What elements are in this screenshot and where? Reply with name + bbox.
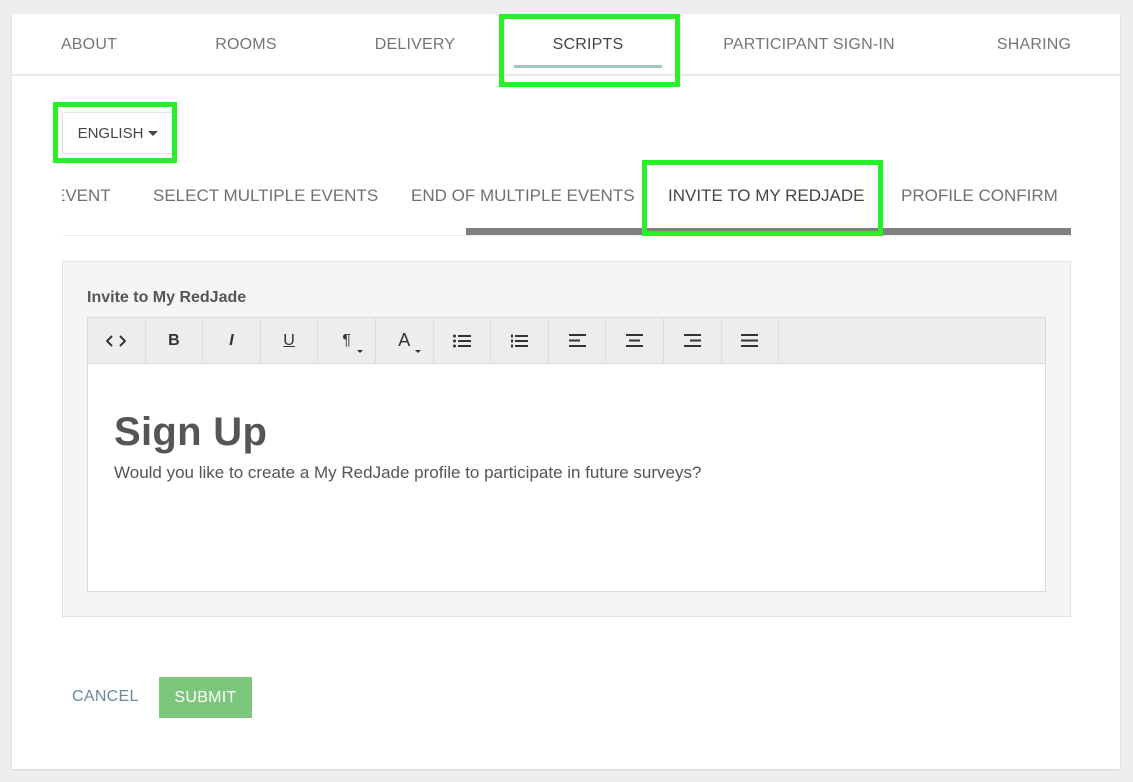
chevron-down-icon bbox=[356, 350, 363, 353]
tab-delivery[interactable]: DELIVERY bbox=[362, 14, 468, 76]
cancel-button[interactable]: CANCEL bbox=[72, 677, 139, 717]
font-color-button[interactable]: A bbox=[376, 318, 434, 363]
script-tab-end-of-multiple-events[interactable]: END OF MULTIPLE EVENTS bbox=[411, 164, 635, 228]
top-tab-bar: ABOUT ROOMS DELIVERY SCRIPTS PARTICIPANT… bbox=[12, 14, 1120, 76]
underline-button[interactable]: U bbox=[261, 318, 319, 363]
editor-panel: Invite to My RedJade B I U ¶ A Sign Up W… bbox=[62, 261, 1071, 617]
code-view-button[interactable] bbox=[88, 318, 146, 363]
script-tab-select-multiple-events[interactable]: SELECT MULTIPLE EVENTS bbox=[153, 164, 378, 228]
tab-delivery-label: DELIVERY bbox=[374, 36, 456, 53]
editor-label: Invite to My RedJade bbox=[87, 289, 247, 306]
script-tab-profile-confirm-label: PROFILE CONFIRM bbox=[901, 186, 1058, 205]
italic-button[interactable]: I bbox=[203, 318, 261, 363]
code-view-icon bbox=[106, 334, 127, 347]
unordered-list-button[interactable] bbox=[434, 318, 492, 363]
tab-scripts[interactable]: SCRIPTS bbox=[506, 14, 670, 76]
align-center-icon bbox=[626, 334, 644, 347]
active-tab-underline bbox=[514, 65, 662, 68]
paragraph-icon: ¶ bbox=[342, 331, 351, 349]
tab-sharing[interactable]: SHARING bbox=[982, 14, 1086, 76]
language-dropdown[interactable]: ENGLISH bbox=[62, 112, 174, 154]
unordered-list-icon bbox=[452, 334, 471, 347]
tab-participant-sign-in-label: PARTICIPANT SIGN-IN bbox=[723, 36, 895, 53]
align-right-button[interactable] bbox=[664, 318, 722, 363]
script-tab-invite-to-my-redjade-label: INVITE TO MY REDJADE bbox=[668, 186, 865, 205]
script-tab-select-multiple-events-label: SELECT MULTIPLE EVENTS bbox=[153, 186, 379, 205]
script-tab-event[interactable]: EVENT bbox=[62, 164, 111, 228]
italic-icon: I bbox=[229, 331, 234, 349]
rich-text-editor[interactable]: Sign Up Would you like to create a My Re… bbox=[87, 364, 1046, 592]
editor-body-text: Would you like to create a My RedJade pr… bbox=[114, 463, 702, 482]
submit-button[interactable]: SUBMIT bbox=[159, 677, 252, 718]
tab-scripts-label: SCRIPTS bbox=[552, 36, 624, 53]
bold-button[interactable]: B bbox=[146, 318, 204, 363]
script-tab-end-of-multiple-events-label: END OF MULTIPLE EVENTS bbox=[411, 186, 635, 205]
chevron-down-icon bbox=[414, 350, 421, 353]
tab-rooms-label: ROOMS bbox=[215, 36, 277, 53]
submit-label: SUBMIT bbox=[174, 688, 237, 706]
font-color-icon: A bbox=[398, 330, 411, 350]
align-left-icon bbox=[568, 334, 586, 347]
script-tab-bar: EVENT SELECT MULTIPLE EVENTS END OF MULT… bbox=[62, 164, 1071, 236]
bold-icon: B bbox=[168, 331, 180, 349]
cancel-label: CANCEL bbox=[72, 688, 139, 705]
justify-button[interactable] bbox=[722, 318, 780, 363]
tab-about[interactable]: ABOUT bbox=[42, 14, 136, 76]
tab-participant-sign-in[interactable]: PARTICIPANT SIGN-IN bbox=[708, 14, 910, 76]
tab-scrollbar[interactable] bbox=[466, 228, 1071, 235]
scripts-card: ABOUT ROOMS DELIVERY SCRIPTS PARTICIPANT… bbox=[12, 14, 1120, 769]
justify-icon bbox=[741, 334, 759, 347]
align-center-button[interactable] bbox=[606, 318, 664, 363]
align-right-icon bbox=[683, 334, 701, 347]
paragraph-style-button[interactable]: ¶ bbox=[318, 318, 376, 363]
caret-down-icon bbox=[148, 130, 159, 136]
script-tab-profile-confirm[interactable]: PROFILE CONFIRM bbox=[901, 164, 1058, 228]
editor-toolbar: B I U ¶ A bbox=[87, 317, 1046, 364]
script-tab-event-label: EVENT bbox=[62, 186, 111, 205]
tab-about-label: ABOUT bbox=[60, 36, 118, 53]
editor-heading: Sign Up bbox=[114, 410, 268, 454]
tab-rooms[interactable]: ROOMS bbox=[198, 14, 294, 76]
ordered-list-icon bbox=[511, 334, 529, 347]
underline-icon: U bbox=[283, 331, 295, 349]
tab-sharing-label: SHARING bbox=[996, 36, 1072, 53]
ordered-list-button[interactable] bbox=[491, 318, 549, 363]
align-left-button[interactable] bbox=[549, 318, 607, 363]
language-selected: ENGLISH bbox=[77, 124, 144, 142]
script-tab-invite-to-my-redjade[interactable]: INVITE TO MY REDJADE bbox=[668, 164, 865, 228]
